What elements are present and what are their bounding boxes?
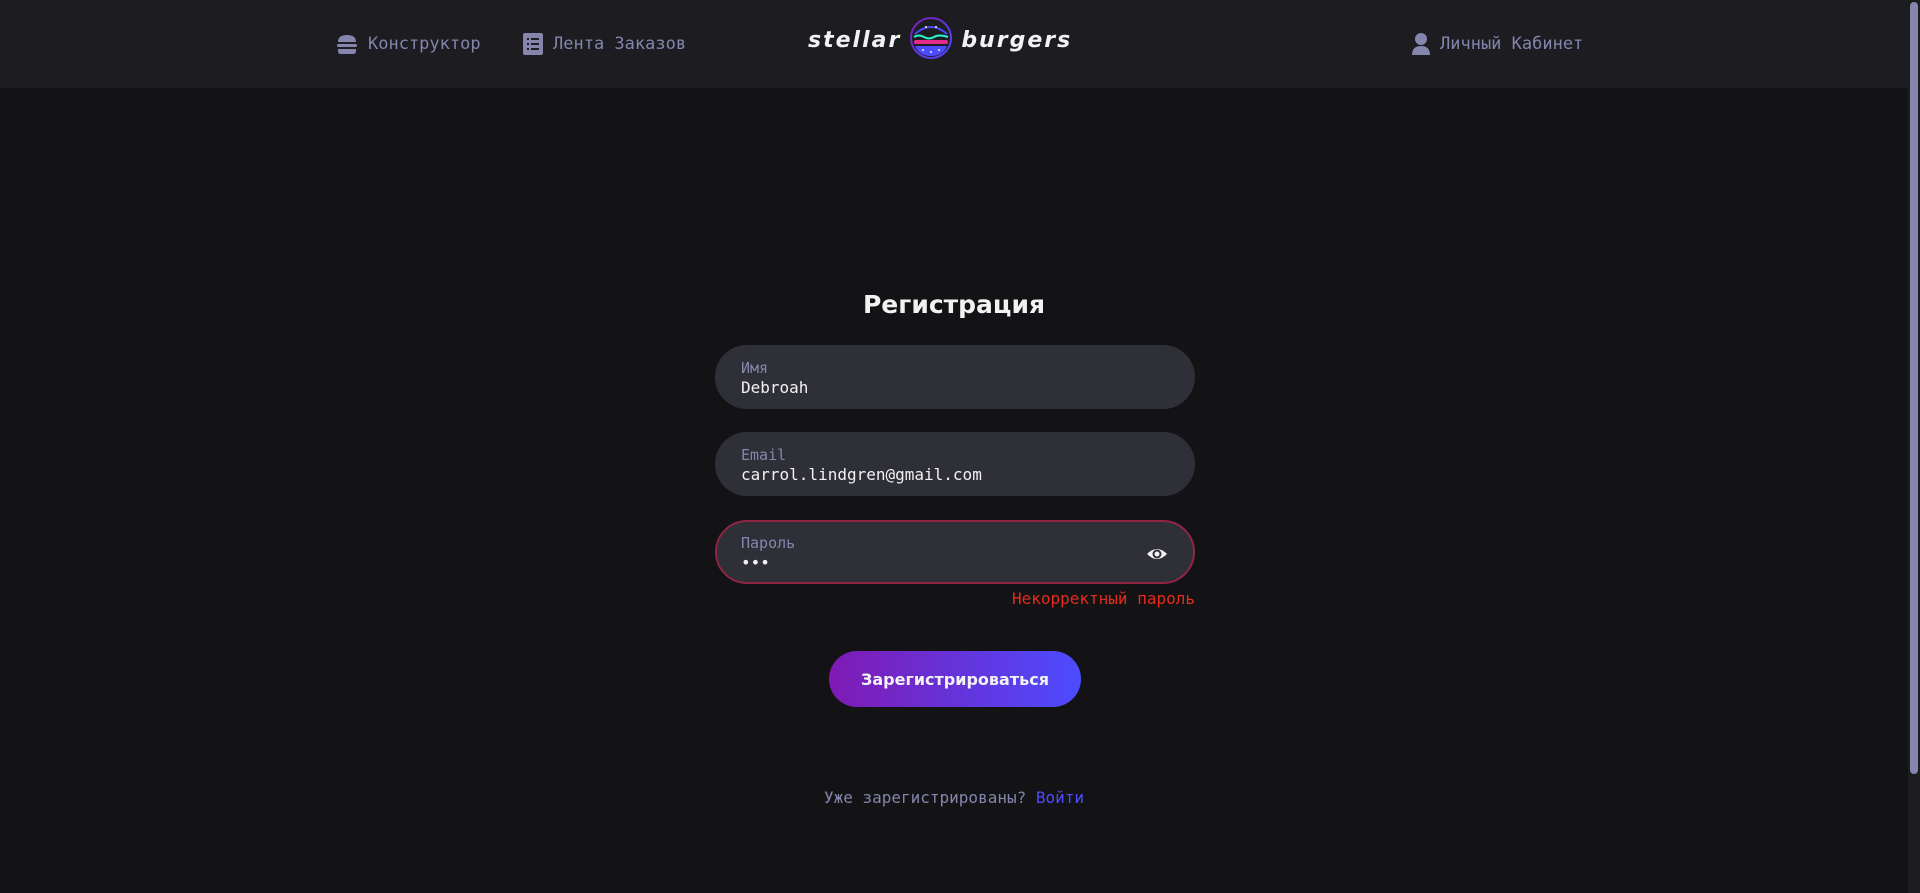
- nav-constructor-label: Конструктор: [368, 34, 481, 54]
- name-field-label: Имя: [741, 359, 769, 377]
- email-field-label: Email: [741, 446, 787, 464]
- password-field-label: Пароль: [741, 534, 796, 552]
- password-field[interactable]: Пароль •••: [715, 520, 1195, 584]
- burger-icon: [335, 32, 359, 56]
- page-title: Регистрация: [862, 290, 1046, 319]
- logo-right-word: burgers: [961, 27, 1073, 53]
- nav-profile[interactable]: Личный Кабинет: [1411, 30, 1583, 58]
- nav-order-feed[interactable]: Лента Заказов: [522, 30, 686, 58]
- logo-planet-icon: [909, 16, 953, 64]
- app-header: Конструктор Лента Заказов stellar burger…: [0, 0, 1908, 88]
- logo-left-word: stellar: [808, 27, 902, 53]
- password-error-message: Некорректный пароль: [1011, 589, 1195, 608]
- already-registered-text: Уже зарегистрированы?: [823, 788, 1027, 807]
- nav-order-feed-label: Лента Заказов: [553, 34, 687, 54]
- login-link[interactable]: Войти: [1036, 788, 1084, 807]
- email-field-value[interactable]: carrol.lindgren@gmail.com: [741, 465, 1169, 485]
- name-field[interactable]: Имя Debroah: [715, 345, 1195, 409]
- stellar-burgers-logo[interactable]: stellar burgers: [808, 16, 1072, 64]
- register-button[interactable]: Зарегистрироваться: [829, 651, 1081, 707]
- nav-constructor[interactable]: Конструктор: [335, 30, 481, 58]
- eye-icon[interactable]: [1145, 544, 1169, 564]
- scrollbar-thumb[interactable]: [1910, 2, 1918, 774]
- profile-icon: [1411, 32, 1431, 56]
- name-field-value[interactable]: Debroah: [741, 378, 1169, 398]
- login-prompt: Уже зарегистрированы? Войти: [0, 788, 1908, 807]
- registration-page: Конструктор Лента Заказов stellar burger…: [0, 0, 1920, 893]
- nav-profile-label: Личный Кабинет: [1440, 34, 1584, 54]
- page-scrollbar[interactable]: [1908, 0, 1920, 893]
- email-field[interactable]: Email carrol.lindgren@gmail.com: [715, 432, 1195, 496]
- list-icon: [522, 32, 544, 56]
- password-field-value[interactable]: •••: [741, 553, 1169, 573]
